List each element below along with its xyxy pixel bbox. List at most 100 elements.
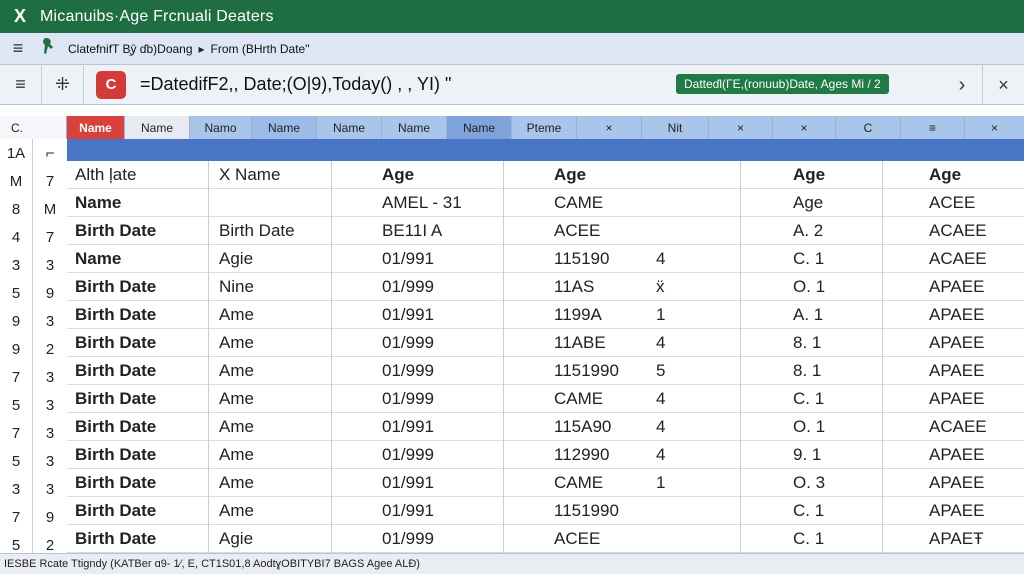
hamburger-menu-icon[interactable]: ≡ xyxy=(0,38,36,59)
cell-date[interactable]: 01/991 xyxy=(332,301,504,329)
cell-type[interactable]: Ame xyxy=(209,497,332,525)
cell-date[interactable]: 01/999 xyxy=(332,329,504,357)
cell-score[interactable]: O. 1 xyxy=(741,273,883,301)
row-index[interactable]: 8M xyxy=(0,195,67,223)
cell-result[interactable]: APAEE xyxy=(883,329,1024,357)
column-header-menu-icon[interactable]: ≡ xyxy=(901,116,965,139)
cell-code-group[interactable]: ACEE xyxy=(504,525,741,553)
column-header-cell[interactable]: Name xyxy=(317,116,382,139)
cell-result[interactable]: APAEE xyxy=(883,385,1024,413)
cell-type[interactable]: Nine xyxy=(209,273,332,301)
cell-code-group[interactable]: CAME xyxy=(504,189,741,217)
header-cell[interactable]: Age xyxy=(741,161,883,189)
menu-icon[interactable]: ≡ xyxy=(0,65,42,104)
cell-date[interactable]: 01/991 xyxy=(332,497,504,525)
cell-result[interactable]: APAEE xyxy=(883,357,1024,385)
row-index[interactable]: 73 xyxy=(0,363,67,391)
cell-label[interactable]: Birth Date xyxy=(67,525,209,553)
column-header-close-icon[interactable]: × xyxy=(773,116,836,139)
function-badge[interactable]: C xyxy=(96,70,126,99)
row-index[interactable]: M7 xyxy=(0,167,67,195)
cell-date[interactable]: 01/991 xyxy=(332,413,504,441)
row-index[interactable]: 47 xyxy=(0,223,67,251)
cell-code-group[interactable]: CAME 4 xyxy=(504,385,741,413)
cell-type[interactable]: Ame xyxy=(209,301,332,329)
column-header-cell[interactable]: Nit xyxy=(642,116,709,139)
cell-result[interactable]: ACAEE xyxy=(883,217,1024,245)
cell-result[interactable]: ACEE xyxy=(883,189,1024,217)
cell-result[interactable]: APAEE xyxy=(883,441,1024,469)
row-index[interactable]: 79 xyxy=(0,503,67,531)
cell-type[interactable]: Ame xyxy=(209,357,332,385)
cell-code-group[interactable]: 11ABE 4 xyxy=(504,329,741,357)
cell-label[interactable]: Name xyxy=(67,245,209,273)
cell-result[interactable]: APAEE xyxy=(883,469,1024,497)
header-cell[interactable]: X Name xyxy=(209,161,332,189)
cell-type[interactable]: Ame xyxy=(209,329,332,357)
cell-type[interactable]: Ame xyxy=(209,469,332,497)
cell-label[interactable]: Birth Date xyxy=(67,273,209,301)
cell-score[interactable]: O. 1 xyxy=(741,413,883,441)
row-index[interactable]: 93 xyxy=(0,307,67,335)
cell-label[interactable]: Birth Date xyxy=(67,385,209,413)
cell-result[interactable]: APAEŦ xyxy=(883,525,1024,553)
breadcrumb[interactable]: ClatefnifT B̧ŷ ɗb)Doang xyxy=(68,42,193,56)
cell-score[interactable]: 9. 1 xyxy=(741,441,883,469)
column-header-cell[interactable]: Pteme xyxy=(512,116,577,139)
cell-date[interactable]: BE11I A xyxy=(332,217,504,245)
column-header-cell[interactable]: C xyxy=(836,116,901,139)
cell-date[interactable]: 01/999 xyxy=(332,525,504,553)
cell-date[interactable]: 01/999 xyxy=(332,357,504,385)
row-index[interactable]: 73 xyxy=(0,419,67,447)
row-index[interactable]: 59 xyxy=(0,279,67,307)
column-header-cell[interactable]: Name xyxy=(447,116,512,139)
column-header-close-icon[interactable]: × xyxy=(965,116,1024,139)
row-index[interactable]: 53 xyxy=(0,447,67,475)
cell-score[interactable]: A. 2 xyxy=(741,217,883,245)
cell-label[interactable]: Birth Date xyxy=(67,217,209,245)
cell-label[interactable]: Birth Date xyxy=(67,497,209,525)
column-header-close-icon[interactable]: × xyxy=(709,116,773,139)
formula-input[interactable]: =DatedifF2,, Date;(O|9),Today() , , YI) … xyxy=(140,74,451,95)
grid-icon[interactable]: ⁜ xyxy=(42,65,84,104)
cell-date[interactable]: 01/991 xyxy=(332,245,504,273)
corner-cell[interactable]: C. xyxy=(0,116,34,139)
row-index[interactable]: 33 xyxy=(0,475,67,503)
cell-date[interactable]: 01/999 xyxy=(332,441,504,469)
breadcrumb-from[interactable]: From (BHrth Date" xyxy=(211,42,310,56)
cell-date[interactable]: 01/991 xyxy=(332,469,504,497)
pin-tool-icon[interactable] xyxy=(36,37,62,60)
header-cell[interactable]: Age xyxy=(883,161,1024,189)
column-header-cell[interactable]: Name xyxy=(125,116,190,139)
cell-score[interactable]: C. 1 xyxy=(741,497,883,525)
cell-type[interactable]: Birth Date xyxy=(209,217,332,245)
chevron-right-icon[interactable]: › xyxy=(944,65,980,105)
cell-score[interactable]: C. 1 xyxy=(741,245,883,273)
cell-code-group[interactable]: 115A90 4 xyxy=(504,413,741,441)
cell-score[interactable]: 8. 1 xyxy=(741,329,883,357)
row-index[interactable]: 53 xyxy=(0,391,67,419)
cell-type[interactable]: Agie xyxy=(209,245,332,273)
cell-label[interactable]: Birth Date xyxy=(67,469,209,497)
cell-result[interactable]: APAEE xyxy=(883,301,1024,329)
column-header-cell[interactable] xyxy=(34,116,67,139)
column-header-cell[interactable]: Name xyxy=(252,116,317,139)
cell-code-group[interactable]: CAME 1 xyxy=(504,469,741,497)
cell-label[interactable]: Birth Date xyxy=(67,329,209,357)
cell-score[interactable]: Age xyxy=(741,189,883,217)
cell-type[interactable]: Agie xyxy=(209,525,332,553)
column-header-cell[interactable]: Name xyxy=(382,116,447,139)
header-cell[interactable]: Age xyxy=(504,161,741,189)
cell-label[interactable]: Birth Date xyxy=(67,301,209,329)
cell-code-group[interactable]: 11AS ẍ xyxy=(504,273,741,301)
cell-code-group[interactable]: 112990 4 xyxy=(504,441,741,469)
close-icon[interactable]: × xyxy=(982,65,1024,105)
cell-type[interactable]: Ame xyxy=(209,413,332,441)
cell-type[interactable]: Ame xyxy=(209,385,332,413)
cell-code-group[interactable]: 1151990 xyxy=(504,497,741,525)
cell-score[interactable]: C. 1 xyxy=(741,525,883,553)
cell-label[interactable]: Birth Date xyxy=(67,357,209,385)
cell-score[interactable]: C. 1 xyxy=(741,385,883,413)
column-header-cell-active[interactable]: Name xyxy=(67,116,125,139)
cell-code-group[interactable]: 1199A 1 xyxy=(504,301,741,329)
